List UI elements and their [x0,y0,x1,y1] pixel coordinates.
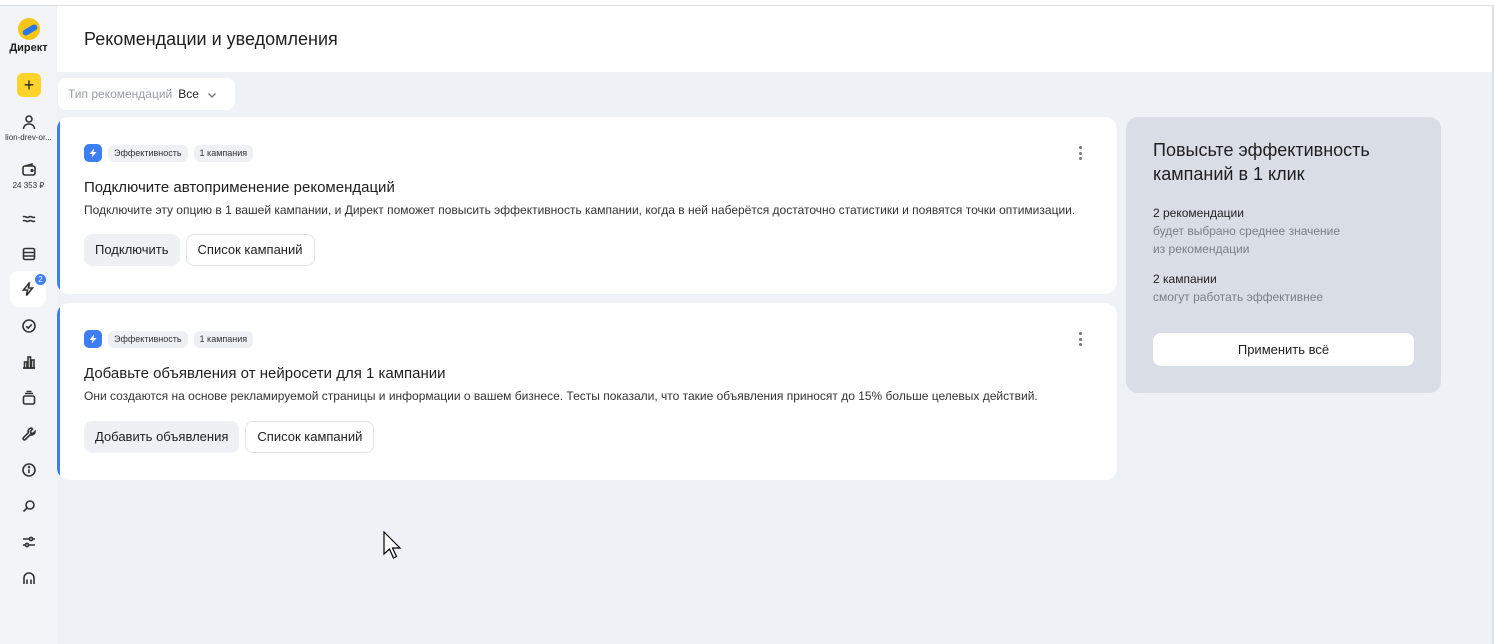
sidebar-item-overview[interactable] [0,208,57,228]
card-title: Подключите автоприменение рекомендаций [84,179,395,196]
filter-label: Тип рекомендаций [68,87,173,101]
sliders-icon [0,532,57,552]
search-icon [0,496,57,516]
check-circle-icon [0,316,57,336]
wave-icon [0,208,57,228]
promo-title: Повысьте эффективность кампаний в 1 клик [1153,140,1370,184]
campaign-list-button[interactable]: Список кампаний [245,421,375,453]
stat-heading: 2 кампании [1153,272,1217,286]
sidebar-item-statistics[interactable] [0,352,57,372]
user-icon [0,112,57,132]
more-options-icon[interactable] [1073,145,1087,161]
campaigns-stat: 2 кампании смогут работать эффективнее [1153,270,1323,306]
card-actions: Подключить Список кампаний [84,234,315,266]
logo-icon [17,18,40,40]
card-actions: Добавить объявления Список кампаний [84,421,375,453]
wallet-icon [0,160,57,180]
mouse-cursor-icon [383,531,402,559]
campaign-count-tag: 1 кампания [193,330,254,348]
campaign-count-tag: 1 кампания [193,144,254,162]
apply-all-panel: Повысьте эффективность кампаний в 1 клик… [1126,117,1441,393]
stat-heading: 2 рекомендации [1153,206,1244,220]
chart-icon [0,352,57,372]
logo-text: Директ [9,42,48,54]
card-tags: Эффективность 1 кампания [84,330,254,348]
create-button[interactable]: + [17,73,41,97]
stat-line: будет выбрано среднее значение [1153,224,1341,238]
card-description: Они создаются на основе рекламируемой ст… [84,389,1038,403]
balance-value: 24 353 ₽ [12,181,45,190]
connect-button[interactable]: Подключить [84,234,180,266]
campaigns-icon [0,244,57,264]
recommendations-stat: 2 рекомендации будет выбрано среднее зна… [1153,204,1340,258]
headset-icon [0,568,57,588]
category-tag: Эффективность [108,330,188,348]
card-accent-bar [57,303,60,480]
card-tags: Эффективность 1 кампания [84,144,254,162]
bolt-icon [84,330,102,348]
page-title: Рекомендации и уведомления [84,29,338,49]
recommendations-count-badge: 2 [35,274,46,285]
sidebar-item-library[interactable] [0,388,57,408]
category-tag: Эффективность [108,144,188,162]
sidebar-item-balance[interactable]: 24 353 ₽ [0,160,57,190]
card-title: Добавьте объявления от нейросети для 1 к… [84,365,446,382]
card-description: Подключите эту опцию в 1 вашей кампании,… [84,203,1076,217]
apply-all-button[interactable]: Применить всё [1153,333,1414,366]
logo[interactable]: Директ [0,18,57,54]
filter-value: Все [178,87,199,101]
layers-icon [0,388,57,408]
card-accent-bar [57,117,60,294]
sidebar-item-settings[interactable] [0,532,57,552]
info-icon [0,460,57,480]
sidebar-item-campaigns[interactable] [0,244,57,264]
account-name: lion-drev-or... [5,133,52,142]
add-ads-button[interactable]: Добавить объявления [84,421,240,453]
sidebar-item-support[interactable] [0,568,57,588]
more-options-icon[interactable] [1073,331,1087,347]
sidebar-item-tasks[interactable] [0,316,57,336]
sidebar-item-account[interactable]: lion-drev-or... [0,112,57,142]
page-header: Рекомендации и уведомления [57,6,1492,72]
sidebar: Директ + lion-drev-or... 24 353 ₽ 2 [0,6,57,644]
stat-line: смогут работать эффективнее [1153,290,1324,304]
top-border [0,0,1494,6]
sidebar-item-recommendations[interactable]: 2 [10,271,46,307]
plus-icon: + [23,75,35,95]
campaign-list-button[interactable]: Список кампаний [185,234,315,266]
sidebar-item-help[interactable] [0,460,57,480]
recommendation-type-filter[interactable]: Тип рекомендаций Все [58,78,235,110]
recommendation-card: Эффективность 1 кампания Добавьте объявл… [57,303,1117,480]
recommendation-card: Эффективность 1 кампания Подключите авто… [57,117,1117,294]
sidebar-item-tools[interactable] [0,424,57,444]
wrench-icon [0,424,57,444]
chevron-down-icon [207,89,217,99]
bolt-icon [84,144,102,162]
stat-line: из рекомендации [1153,242,1250,256]
sidebar-item-search[interactable] [0,496,57,516]
